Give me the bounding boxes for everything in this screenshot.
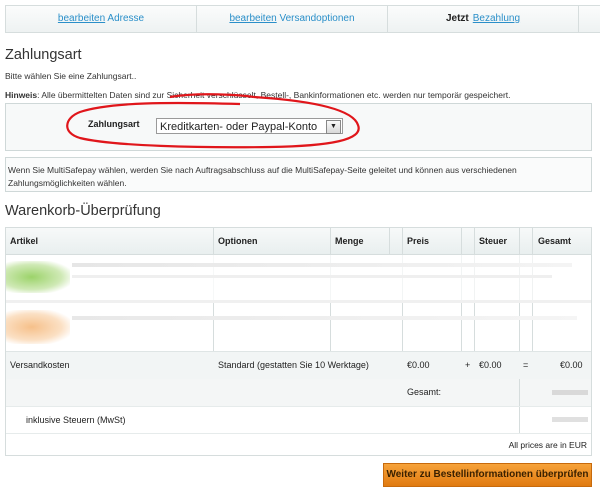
red-circle-stroke (66, 95, 360, 149)
cart-header-row: Artikel Optionen Menge Preis Steuer Gesa… (6, 228, 591, 255)
col-gesamt: Gesamt (538, 236, 572, 246)
tax-value-blur (552, 417, 588, 422)
product-thumbnail (6, 310, 70, 344)
total-value-blur (552, 390, 588, 395)
cart-item-row (6, 255, 591, 300)
product-thumbnail (6, 261, 70, 293)
currency-row: All prices are in EUR (6, 433, 591, 456)
shipping-total: €0.00 (560, 360, 583, 370)
plus-sign: + (465, 360, 471, 370)
product-text-blur (72, 275, 552, 278)
row-divider (6, 300, 591, 303)
equals-sign: = (523, 360, 529, 370)
multisafepay-note-box: Wenn Sie MultiSafepay wählen, werden Sie… (5, 157, 592, 192)
shipping-price: €0.00 (407, 360, 430, 370)
col-menge: Menge (335, 236, 364, 246)
col-preis: Preis (407, 236, 430, 246)
continue-to-review-button[interactable]: Weiter zu Bestellinformationen überprüfe… (383, 463, 592, 487)
multisafepay-note: Wenn Sie MultiSafepay wählen, werden Sie… (8, 165, 517, 188)
cart-heading: Warenkorb-Überprüfung (5, 203, 161, 219)
currency-note: All prices are in EUR (508, 440, 587, 450)
tax-note: inklusive Steuern (MwSt) (26, 415, 126, 425)
tax-row: inklusive Steuern (MwSt) (6, 406, 591, 434)
col-optionen: Optionen (218, 236, 258, 246)
product-text-blur (72, 263, 572, 267)
shipping-row: Versandkosten Standard (gestatten Sie 10… (6, 351, 591, 380)
shipping-tax: €0.00 (479, 360, 502, 370)
total-row: Gesamt: (6, 379, 591, 406)
col-steuer: Steuer (479, 236, 508, 246)
cart-table: Artikel Optionen Menge Preis Steuer Gesa… (5, 227, 592, 456)
column-divider (389, 228, 390, 254)
red-underline-stroke (169, 93, 255, 99)
total-label: Gesamt: (407, 387, 442, 397)
col-artikel: Artikel (10, 236, 39, 246)
cart-item-row (6, 306, 591, 346)
shipping-option: Standard (gestatten Sie 10 Werktage) (218, 360, 369, 370)
product-text-blur (72, 316, 577, 320)
shipping-label: Versandkosten (10, 360, 70, 370)
